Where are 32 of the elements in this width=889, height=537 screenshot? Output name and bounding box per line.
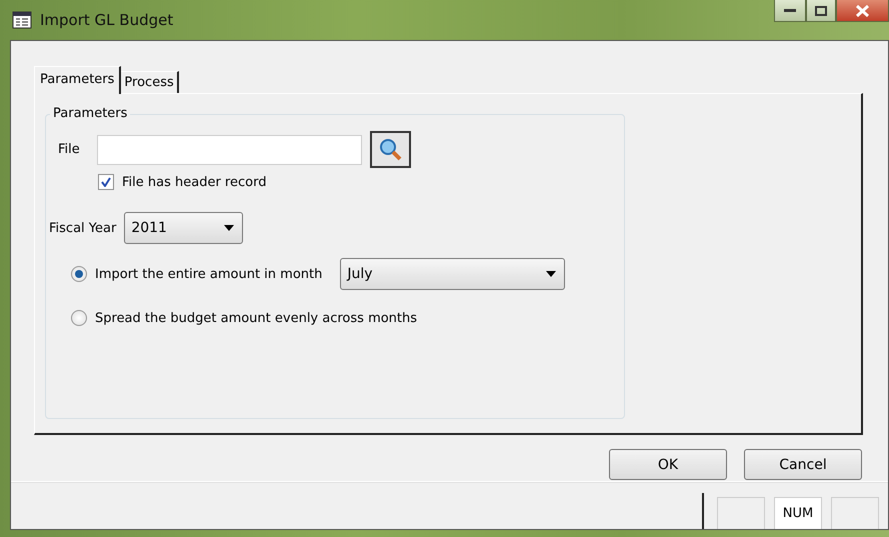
checkbox-label: File has header record: [122, 174, 266, 190]
radio-dot-icon: [75, 270, 83, 278]
tab[interactable]: Parameters: [34, 66, 122, 94]
search-icon: [377, 136, 404, 162]
minimize-icon: [784, 8, 796, 12]
file-label: File: [58, 142, 80, 157]
browse-button[interactable]: [370, 131, 411, 168]
caret-icon: [546, 271, 556, 277]
minimize-button[interactable]: [774, 0, 806, 22]
status-panel: NUM: [774, 497, 822, 529]
status-panel: [831, 497, 879, 529]
option-label: Import the entire amount in month: [95, 266, 322, 282]
fiscal-year-label: Fiscal Year: [49, 220, 116, 236]
option-label: Spread the budget amount evenly across months: [95, 310, 418, 326]
fiscal-year-dropdown[interactable]: 2011: [124, 212, 244, 244]
radio-button[interactable]: [71, 266, 87, 282]
maximize-icon: [815, 6, 827, 16]
window-icon: [12, 11, 32, 29]
maximize-button[interactable]: [806, 0, 836, 22]
cancel-button[interactable]: Cancel: [744, 449, 862, 480]
month-dropdown[interactable]: July: [340, 258, 566, 290]
checkmark-icon: [101, 177, 111, 187]
status-panel: [717, 497, 765, 529]
window-title: Import GL Budget: [40, 11, 174, 29]
caret-icon: [224, 225, 234, 231]
ok-button[interactable]: OK: [609, 449, 727, 480]
file-input[interactable]: [96, 134, 362, 164]
close-icon: [856, 4, 869, 16]
radio-button[interactable]: [71, 310, 87, 326]
tab[interactable]: Process: [121, 71, 179, 93]
close-button[interactable]: [836, 0, 889, 22]
header-checkbox[interactable]: [98, 174, 114, 190]
